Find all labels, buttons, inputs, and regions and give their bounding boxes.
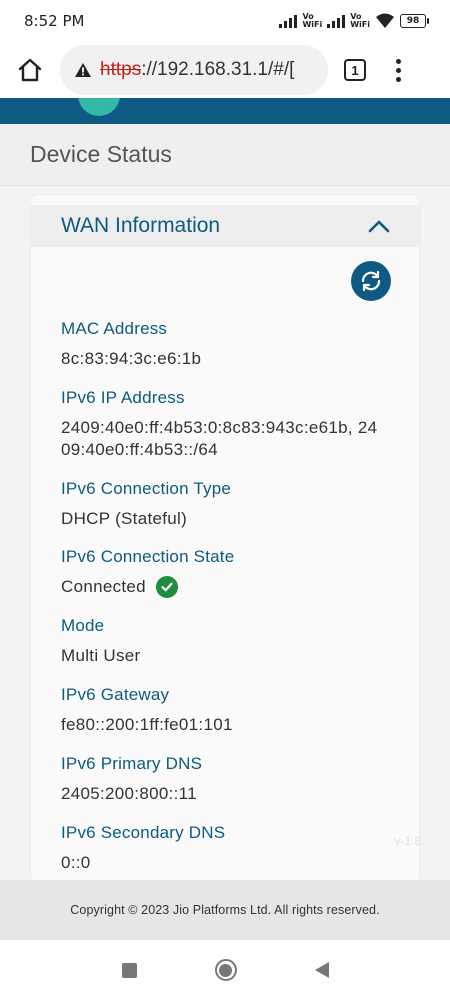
- field-value: fe80::200:1ff:fe01:101: [61, 715, 233, 734]
- refresh-button[interactable]: [351, 261, 391, 301]
- battery-icon: 98: [400, 14, 429, 28]
- site-logo[interactable]: [78, 98, 120, 116]
- field-ipv6-secondary-dns: IPv6 Secondary DNS 0::0: [61, 823, 381, 874]
- section-title: WAN Information: [61, 214, 221, 237]
- system-nav-bar: [0, 940, 450, 1000]
- field-ipv6-gateway: IPv6 Gateway fe80::200:1ff:fe01:101: [61, 685, 381, 736]
- field-value: DHCP (Stateful): [61, 509, 188, 528]
- vowifi-icon: Vo WiFi: [350, 12, 370, 29]
- field-mac-address: MAC Address 8c:83:94:3c:e6:1b: [61, 319, 381, 370]
- main-content: WAN Information MAC Address 8c:83:94:3c:…: [0, 186, 450, 884]
- field-value-row: Connected: [61, 576, 381, 598]
- site-header: [0, 98, 450, 124]
- field-value: 2405:200:800::11: [61, 784, 197, 803]
- version-text: v-1.8..: [394, 834, 428, 848]
- home-nav-icon[interactable]: [214, 959, 237, 981]
- status-bar: 8:52 PM Vo WiFi Vo WiFi 98: [0, 0, 450, 42]
- copyright-text: Copyright © 2023 Jio Platforms Ltd. All …: [70, 903, 380, 917]
- vowifi-icon: Vo WiFi: [302, 12, 323, 29]
- field-value: 8c:83:94:3c:e6:1b: [61, 349, 202, 368]
- field-label: IPv6 IP Address: [61, 388, 185, 407]
- page-title-bar: Device Status: [0, 124, 450, 186]
- field-ipv6-connection-type: IPv6 Connection Type DHCP (Stateful): [61, 479, 381, 530]
- page-title: Device Status: [30, 141, 172, 167]
- warning-icon: [75, 63, 91, 77]
- signal-icon: [279, 14, 298, 28]
- field-label: IPv6 Connection State: [61, 547, 235, 566]
- field-ipv6-connection-state: IPv6 Connection State Connected: [61, 547, 381, 598]
- signal-icon: [327, 14, 346, 28]
- field-ipv6-ip-address: IPv6 IP Address 2409:40e0:ff:4b53:0:8c83…: [61, 388, 381, 461]
- field-label: Mode: [61, 616, 105, 635]
- url-text: ://192.168.31.1/#/[: [141, 59, 295, 80]
- back-icon[interactable]: [314, 962, 329, 978]
- wan-section-header[interactable]: WAN Information: [31, 205, 421, 247]
- wifi-icon: [376, 13, 394, 28]
- chevron-up-icon[interactable]: [367, 216, 391, 236]
- url-scheme: https: [100, 59, 142, 80]
- check-circle-icon: [155, 576, 178, 598]
- field-label: IPv6 Secondary DNS: [61, 823, 226, 842]
- field-label: IPv6 Connection Type: [61, 479, 232, 498]
- more-menu-icon[interactable]: [394, 58, 402, 82]
- field-label: IPv6 Gateway: [61, 685, 170, 704]
- refresh-icon: [361, 270, 381, 292]
- tabs-button[interactable]: 1: [344, 59, 366, 81]
- field-label: MAC Address: [61, 319, 168, 338]
- home-button[interactable]: [12, 52, 48, 88]
- field-label: IPv6 Primary DNS: [61, 754, 203, 773]
- home-icon: [18, 58, 42, 82]
- browser-toolbar: https://192.168.31.1/#/[ 1: [0, 42, 450, 98]
- field-ipv6-primary-dns: IPv6 Primary DNS 2405:200:800::11: [61, 754, 381, 805]
- address-bar[interactable]: https://192.168.31.1/#/[: [60, 45, 328, 95]
- field-value: 0::0: [61, 853, 91, 872]
- field-value: Multi User: [61, 646, 141, 665]
- wan-info-card: WAN Information MAC Address 8c:83:94:3c:…: [30, 194, 421, 884]
- status-time: 8:52 PM: [24, 12, 85, 30]
- field-value: 2409:40e0:ff:4b53:0:8c83:943c:e61b, 2409…: [61, 418, 378, 459]
- field-value: Connected: [61, 577, 146, 596]
- page-footer: Copyright © 2023 Jio Platforms Ltd. All …: [0, 880, 450, 940]
- recents-icon[interactable]: [121, 962, 137, 978]
- status-icons: Vo WiFi Vo WiFi 98: [279, 12, 429, 29]
- field-mode: Mode Multi User: [61, 616, 381, 667]
